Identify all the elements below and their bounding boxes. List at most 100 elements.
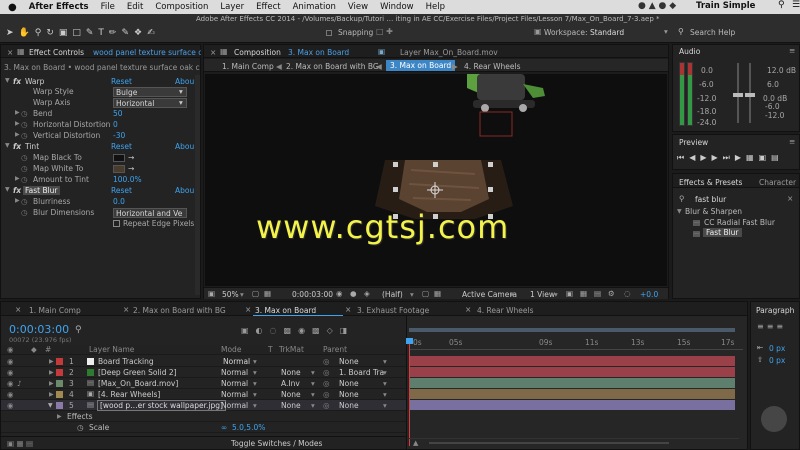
- tool-icons[interactable]: ➤✋⚲↻▣□✎T✏✎❖✍: [6, 28, 160, 38]
- warp-reset[interactable]: Reset: [111, 77, 132, 86]
- link-icon[interactable]: ∞: [221, 423, 227, 432]
- character-tab[interactable]: Character: [759, 178, 796, 187]
- close-icon[interactable]: ×: [210, 48, 216, 57]
- warp-axis-select[interactable]: Horizontal: [113, 98, 187, 108]
- grid-icon[interactable]: ▦: [264, 289, 271, 298]
- pickwhip-icon[interactable]: ◎: [323, 379, 330, 388]
- close-icon[interactable]: ×: [7, 48, 13, 57]
- fx-item-cc-radial[interactable]: CC Radial Fast Blur: [704, 218, 775, 227]
- fast-preview-icon[interactable]: ▦: [580, 289, 587, 298]
- crumb-max-on-board[interactable]: 3. Max on Board: [386, 60, 456, 71]
- layer-row[interactable]: ◉ ▶ 4 ▣ [4. Rear Wheels] Normal ▾ None ▾…: [1, 389, 406, 400]
- stopwatch-icon[interactable]: ◷: [21, 175, 28, 184]
- show-snapshot-icon[interactable]: ●: [350, 289, 357, 298]
- timeline-icon[interactable]: ▤: [594, 289, 601, 298]
- layer-color-label[interactable]: [56, 402, 63, 409]
- effect-fast-blur[interactable]: ▼ fx Fast Blur Reset Abou: [1, 186, 201, 196]
- eye-icon[interactable]: ◉: [7, 357, 14, 366]
- indent-value[interactable]: 0 px: [769, 344, 785, 353]
- expand-icon[interactable]: ▶: [49, 369, 54, 376]
- blur-reset[interactable]: Reset: [111, 186, 132, 195]
- mode-select[interactable]: Normal: [221, 379, 248, 388]
- scale-row[interactable]: ◷ Scale ∞ 5.0,5.0%: [1, 422, 406, 433]
- flowchart-icon[interactable]: ⚙: [608, 289, 615, 298]
- trkmat-select[interactable]: None: [281, 390, 301, 399]
- snapping-checkbox[interactable]: [326, 30, 332, 36]
- pickwhip-icon[interactable]: ◎: [323, 401, 330, 410]
- parent-select[interactable]: 1. Board Tra: [339, 368, 384, 377]
- repeat-edge-checkbox[interactable]: [113, 220, 120, 227]
- close-icon[interactable]: ×: [123, 305, 129, 314]
- stopwatch-icon[interactable]: ◷: [21, 131, 28, 140]
- audio-tab[interactable]: Audio: [679, 47, 700, 56]
- effect-scrollbar[interactable]: [195, 75, 200, 295]
- collapse-icon[interactable]: ▼: [48, 402, 53, 409]
- preview-tab[interactable]: Preview: [679, 138, 708, 147]
- layer-row[interactable]: ◉ ▶ 1 Board Tracking Normal ▾ ◎ None ▾: [1, 356, 406, 367]
- parent-select[interactable]: None: [339, 379, 359, 388]
- panel-menu-icon[interactable]: ≡: [789, 46, 795, 55]
- pickwhip-icon[interactable]: ◎: [323, 390, 330, 399]
- fx-item-fast-blur[interactable]: Fast Blur: [703, 228, 742, 237]
- time-ruler[interactable]: 0s 05s 09s 11s 13s 15s 17s: [409, 338, 743, 350]
- region-icon[interactable]: ▢: [422, 289, 429, 298]
- toggle-switches-modes[interactable]: Toggle Switches / Modes: [231, 439, 322, 448]
- expand-icon[interactable]: ▶: [49, 358, 54, 365]
- layer-color-label[interactable]: [56, 380, 63, 387]
- time-indicator[interactable]: [409, 338, 410, 446]
- timeline-tab-main[interactable]: 1. Main Comp: [29, 306, 81, 315]
- tint-reset[interactable]: Reset: [111, 142, 132, 151]
- lock-icon[interactable]: ▦: [220, 47, 228, 56]
- eyedropper-icon[interactable]: →: [128, 164, 134, 173]
- parent-select[interactable]: None: [339, 390, 359, 399]
- stopwatch-icon[interactable]: ◷: [21, 164, 28, 173]
- paragraph-tab[interactable]: Paragraph: [756, 306, 794, 315]
- close-icon[interactable]: ×: [465, 305, 471, 314]
- snap-icons[interactable]: □ ✚: [376, 27, 393, 36]
- lock-icon[interactable]: ▦: [17, 47, 25, 56]
- fx-search-input[interactable]: fast blur: [695, 195, 726, 204]
- effects-group-row[interactable]: ▶ Effects: [1, 411, 406, 422]
- zoom-out-icon[interactable]: ▲: [413, 439, 418, 447]
- layer-row[interactable]: ◉ ♪ ▶ 3 ▤ [Max_On_Board.mov] Normal ▾ A.…: [1, 378, 406, 389]
- camera-select[interactable]: Active Camera: [462, 290, 517, 299]
- eye-icon[interactable]: ◉: [7, 379, 14, 388]
- zoom-slider[interactable]: ▲: [409, 438, 739, 447]
- crumb-main-comp[interactable]: 1. Main Comp: [222, 62, 274, 71]
- layer-tab[interactable]: Layer Max_On_Board.mov: [400, 48, 498, 57]
- exposure-value[interactable]: +0.0: [640, 290, 658, 299]
- blur-dims-select[interactable]: Horizontal and Ve: [113, 208, 187, 218]
- mode-select[interactable]: Normal: [221, 401, 248, 410]
- timeline-tab-rear[interactable]: 4. Rear Wheels: [477, 306, 533, 315]
- trkmat-select[interactable]: A.Inv: [281, 379, 300, 388]
- audio-slider-right[interactable]: [745, 63, 755, 123]
- mode-select[interactable]: Normal: [221, 368, 248, 377]
- close-icon[interactable]: ×: [15, 305, 21, 314]
- menu-view[interactable]: View: [342, 2, 374, 12]
- fx-group-blur-sharpen[interactable]: Blur & Sharpen: [685, 207, 742, 216]
- eye-icon[interactable]: ◉: [7, 368, 14, 377]
- menu-help[interactable]: Help: [420, 2, 451, 12]
- layer-color-label[interactable]: [56, 358, 63, 365]
- map-white-swatch[interactable]: [113, 165, 125, 173]
- space-value[interactable]: 0 px: [769, 356, 785, 365]
- warp-about[interactable]: Abou: [175, 77, 194, 86]
- panel-menu-icon[interactable]: ≡: [789, 137, 795, 146]
- layer-bar[interactable]: [409, 367, 735, 377]
- tint-about[interactable]: Abou: [175, 142, 194, 151]
- layer-row[interactable]: ◉ ▶ 2 [Deep Green Solid 2] Normal ▾ None…: [1, 367, 406, 378]
- layer-name[interactable]: [4. Rear Wheels]: [98, 390, 160, 399]
- view-layout-select[interactable]: 1 View: [530, 290, 555, 299]
- eye-icon[interactable]: ◉: [7, 390, 14, 399]
- timeline-tab-max-bg[interactable]: 2. Max on Board with BG: [133, 306, 226, 315]
- bend-value[interactable]: 50: [113, 109, 123, 118]
- layer-bar[interactable]: [409, 356, 735, 366]
- stopwatch-icon[interactable]: ◷: [21, 120, 28, 129]
- pickwhip-icon[interactable]: ◎: [323, 368, 330, 377]
- map-black-swatch[interactable]: [113, 154, 125, 162]
- transparency-icon[interactable]: ▦: [434, 289, 441, 298]
- eyedropper-icon[interactable]: →: [128, 153, 134, 162]
- zoom-select[interactable]: 50%: [222, 290, 239, 299]
- amount-value[interactable]: 100.0%: [113, 175, 142, 184]
- preview-controls[interactable]: ⏮◀▶▶⏭▶▦▣▤: [677, 153, 784, 163]
